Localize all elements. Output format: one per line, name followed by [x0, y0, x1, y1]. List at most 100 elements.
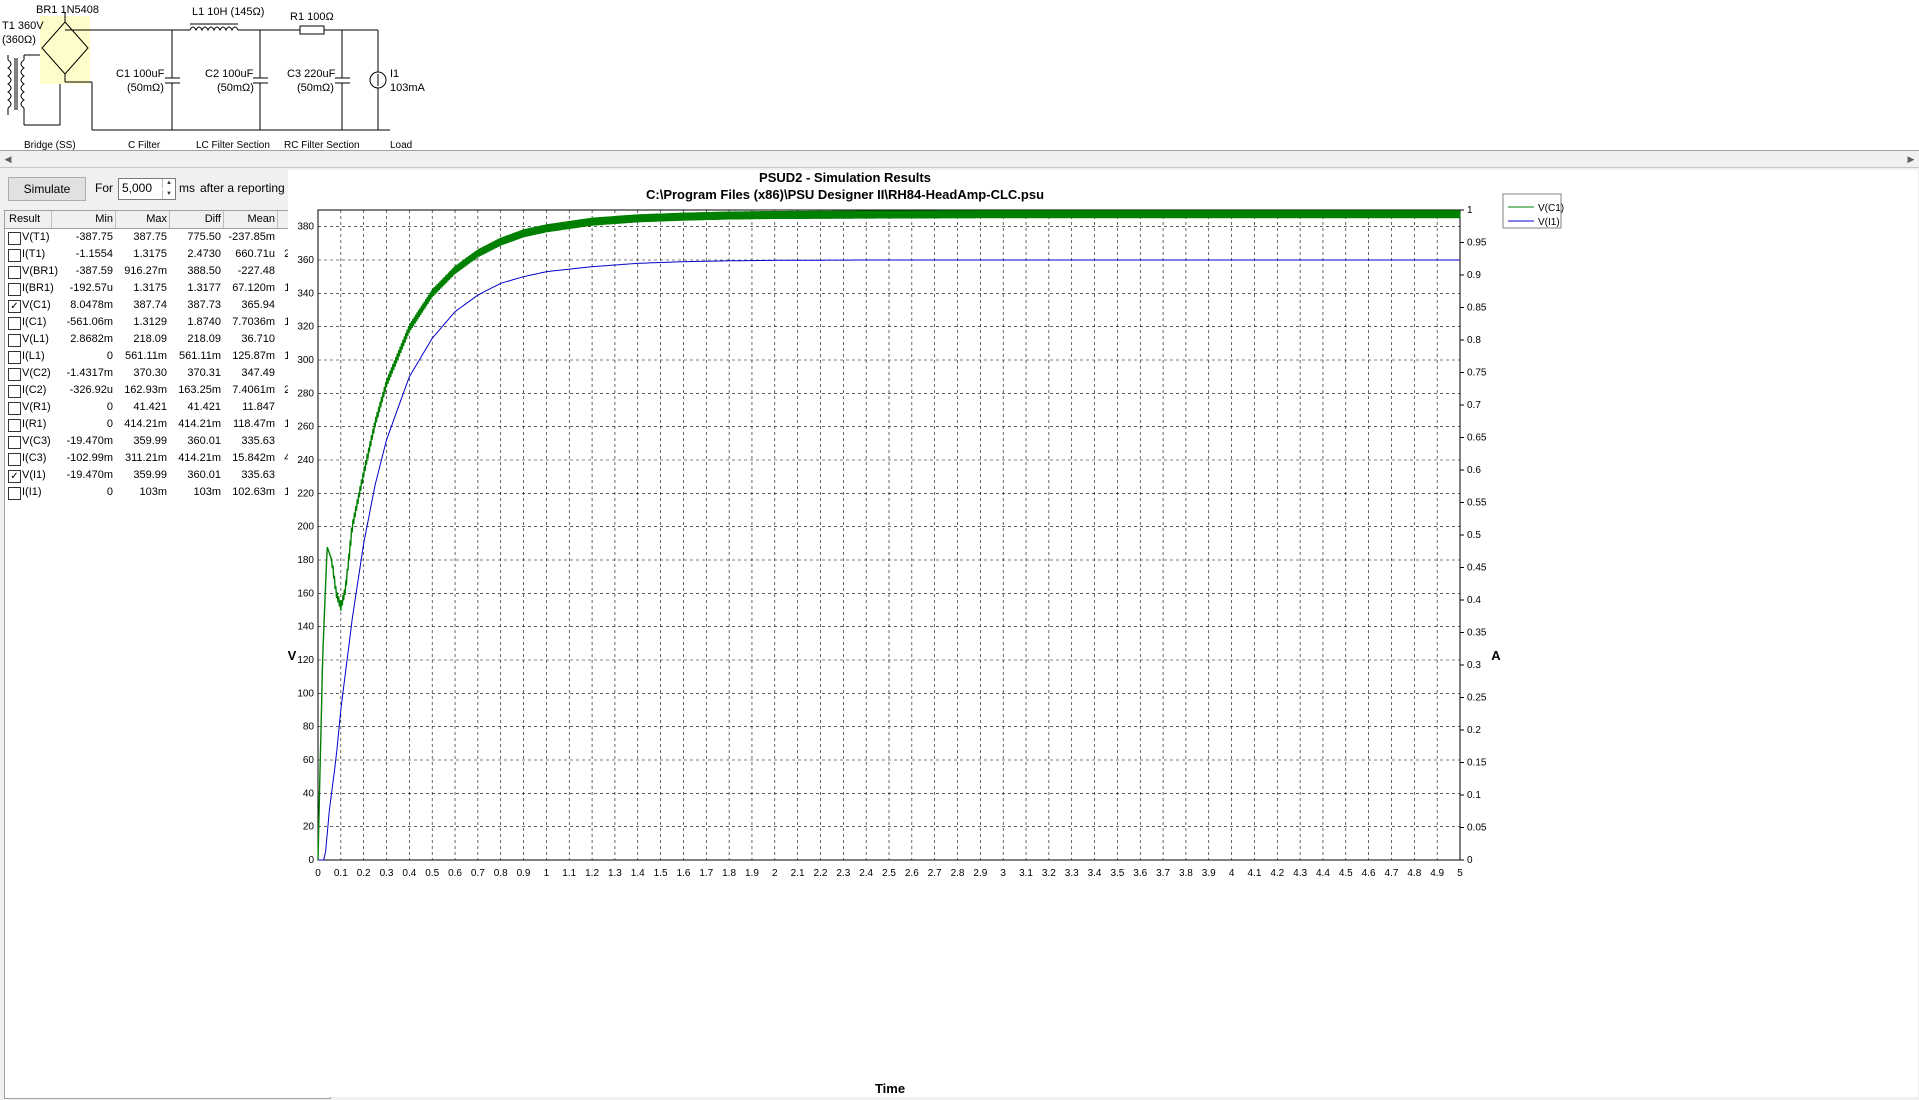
i1-label: I1	[390, 68, 400, 80]
result-checkbox[interactable]	[8, 334, 21, 347]
result-max: 103m	[139, 486, 167, 498]
result-checkbox[interactable]: ✓	[8, 300, 21, 313]
table-row[interactable]: ✓V(I1)-19.470m359.99360.01335.63341.58	[5, 467, 330, 484]
y2-tick-label: 0.3	[1467, 660, 1481, 671]
result-checkbox[interactable]	[8, 283, 21, 296]
spin-up-icon[interactable]: ▲	[162, 179, 175, 188]
table-row[interactable]: V(T1)-387.75387.75775.50-237.85m301.07	[5, 229, 330, 246]
col-diff[interactable]: Diff	[169, 211, 224, 228]
c2-label: C2 100uF	[205, 68, 254, 80]
result-max: 218.09	[133, 333, 167, 345]
chart-body: PSUD2 - Simulation Results C:\Program Fi…	[288, 170, 1564, 1096]
x-tick-label: 0.4	[402, 868, 416, 879]
result-mean: 660.71u	[235, 248, 275, 260]
result-diff: 370.31	[187, 367, 221, 379]
y2-tick-label: 0.25	[1467, 693, 1487, 704]
result-checkbox[interactable]	[8, 351, 21, 364]
t1-label: T1 360V	[2, 20, 44, 32]
result-min: -102.99m	[66, 452, 113, 464]
y-tick-label: 160	[297, 588, 314, 599]
result-mean: 102.63m	[232, 486, 275, 498]
y2-tick-label: 0.05	[1467, 823, 1487, 834]
result-max: 1.3175	[133, 282, 167, 294]
duration-input[interactable]	[120, 180, 162, 196]
result-checkbox[interactable]	[8, 385, 21, 398]
x-tick-label: 0.3	[380, 868, 394, 879]
result-checkbox[interactable]	[8, 266, 21, 279]
c3-label: C3 220uF	[287, 68, 336, 80]
col-result[interactable]: Result	[5, 211, 52, 228]
y-tick-label: 360	[297, 255, 314, 266]
table-row[interactable]: V(L1)2.8682m218.09218.0936.71042.755	[5, 331, 330, 348]
i1-value-label: 103mA	[390, 82, 425, 94]
result-checkbox[interactable]	[8, 368, 21, 381]
result-max: 1.3129	[133, 316, 167, 328]
table-row[interactable]: I(C2)-326.92u162.93m163.25m7.4061m23.049…	[5, 382, 330, 399]
y-tick-label: 20	[303, 822, 315, 833]
schematic-hscrollbar[interactable]: ◀ ▶	[0, 151, 1919, 168]
x-tick-label: 4.2	[1270, 868, 1284, 879]
result-mean: -237.85m	[228, 231, 275, 243]
y-tick-label: 100	[297, 688, 314, 699]
result-checkbox[interactable]	[8, 436, 21, 449]
result-diff: 218.09	[187, 333, 221, 345]
table-row[interactable]: I(T1)-1.15541.31752.4730660.71u226.13m	[5, 246, 330, 263]
result-min: -19.470m	[66, 435, 113, 447]
result-checkbox[interactable]	[8, 419, 21, 432]
duration-stepper[interactable]: ▲ ▼	[118, 178, 176, 200]
result-checkbox[interactable]	[8, 453, 21, 466]
result-checkbox[interactable]	[8, 487, 21, 500]
x-tick-label: 4.4	[1316, 868, 1330, 879]
table-row[interactable]: I(I1)0103m103m102.63m102.81m	[5, 484, 330, 501]
result-mean: 125.87m	[232, 350, 275, 362]
result-max: 561.11m	[125, 350, 167, 362]
y2-tick-label: 0.75	[1467, 368, 1487, 379]
result-checkbox[interactable]	[8, 232, 21, 245]
table-row[interactable]: V(R1)041.42141.42111.84712.689	[5, 399, 330, 416]
c1-label: C1 100uF	[116, 68, 165, 80]
result-name: V(R1)	[22, 401, 51, 413]
result-checkbox[interactable]	[8, 402, 21, 415]
table-row[interactable]: V(C2)-1.4317m370.30370.31347.49352.60	[5, 365, 330, 382]
result-checkbox[interactable]: ✓	[8, 470, 21, 483]
x-tick-label: 3.1	[1019, 868, 1033, 879]
scroll-right-icon[interactable]: ▶	[1903, 151, 1919, 167]
scroll-left-icon[interactable]: ◀	[0, 151, 16, 167]
table-row[interactable]: I(C3)-102.99m311.21m414.21m15.842m47.770…	[5, 450, 330, 467]
x-tick-label: 3.7	[1156, 868, 1170, 879]
spin-down-icon[interactable]: ▼	[162, 190, 175, 199]
table-row[interactable]: I(BR1)-192.57u1.31751.317767.120m161.14m	[5, 280, 330, 297]
table-row[interactable]: I(R1)0414.21m414.21m118.47m126.89m	[5, 416, 330, 433]
table-row[interactable]: I(C1)-561.06m1.31291.87407.7036m169.45m	[5, 314, 330, 331]
y2-tick-label: 0.8	[1467, 335, 1481, 346]
col-mean[interactable]: Mean	[223, 211, 278, 228]
result-name: I(R1)	[22, 418, 47, 430]
x-tick-label: 4.9	[1430, 868, 1444, 879]
result-min: -387.59	[75, 265, 113, 277]
simulate-button[interactable]: Simulate	[8, 177, 86, 201]
result-checkbox[interactable]	[8, 317, 21, 330]
x-tick-label: 0.8	[494, 868, 508, 879]
col-min[interactable]: Min	[51, 211, 116, 228]
y2-tick-label: 0.1	[1467, 790, 1481, 801]
table-row[interactable]: V(C3)-19.470m359.99360.01335.63341.58	[5, 433, 330, 450]
table-row[interactable]: V(BR1)-387.59916.27m388.50-227.48280.93	[5, 263, 330, 280]
col-max[interactable]: Max	[115, 211, 170, 228]
results-chart: PSUD2 - Simulation Results C:\Program Fi…	[288, 170, 1918, 1097]
x-tick-label: 3.8	[1179, 868, 1193, 879]
result-mean: 335.63	[241, 469, 275, 481]
table-row[interactable]: I(L1)0561.11m561.11m125.87m142.15m	[5, 348, 330, 365]
result-max: 41.421	[133, 401, 167, 413]
x-tick-label: 1.9	[745, 868, 759, 879]
section-bridge: Bridge (SS)	[24, 140, 76, 151]
result-name: V(C1)	[22, 299, 51, 311]
y-tick-label: 120	[297, 655, 314, 666]
y-tick-label: 280	[297, 388, 314, 399]
table-row[interactable]: ✓V(C1)8.0478m387.74387.73365.94369.17	[5, 297, 330, 314]
result-max: 370.30	[133, 367, 167, 379]
result-min: -1.4317m	[66, 367, 113, 379]
result-checkbox[interactable]	[8, 249, 21, 262]
y-axis-label: V	[288, 648, 297, 663]
result-max: 359.99	[133, 435, 167, 447]
chart-svg: PSUD2 - Simulation Results C:\Program Fi…	[288, 170, 1564, 1096]
